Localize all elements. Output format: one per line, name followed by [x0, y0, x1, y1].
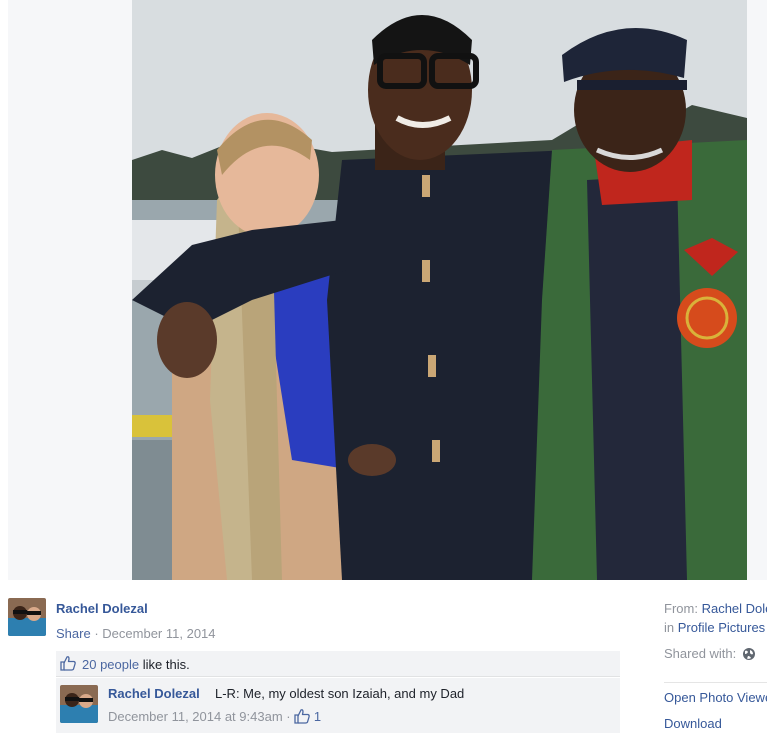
- meta-separator: ·: [94, 626, 99, 641]
- in-label: in: [664, 620, 675, 635]
- open-photo-viewer-label[interactable]: Open Photo Viewer: [664, 690, 767, 705]
- post-footer: Rachel Dolezal Share · December 11, 2014…: [0, 580, 767, 733]
- share-link[interactable]: Share: [56, 626, 91, 641]
- from-label: From:: [664, 601, 698, 616]
- thumbs-up-icon[interactable]: [60, 655, 76, 676]
- globe-icon[interactable]: [742, 647, 756, 664]
- comment-meta-separator: ·: [286, 709, 291, 724]
- comment-timestamp[interactable]: December 11, 2014 at 9:43am: [108, 709, 283, 724]
- shared-with-label: Shared with:: [664, 646, 737, 661]
- photo-viewer-page: Rachel Dolezal Share · December 11, 2014…: [0, 0, 767, 733]
- post-author-name[interactable]: Rachel Dolezal: [56, 601, 148, 616]
- photo-stage: [8, 0, 767, 580]
- shared-with-row: Shared with:: [664, 646, 756, 664]
- likes-count-link[interactable]: 20 people: [82, 657, 139, 672]
- comment-like-count[interactable]: 1: [314, 709, 321, 724]
- comment-like-icon[interactable]: [294, 708, 311, 727]
- download-link[interactable]: Download: [664, 716, 722, 731]
- likes-suffix: like this.: [142, 657, 190, 672]
- comment-avatar[interactable]: [60, 685, 98, 723]
- photo-info-sidebar: From: Rachel Dolezal in Profile Pictures…: [664, 580, 767, 733]
- comment-meta: December 11, 2014 at 9:43am · 1: [108, 708, 321, 727]
- comment-author-name[interactable]: Rachel Dolezal: [108, 686, 200, 701]
- sidebar-divider: [664, 682, 767, 683]
- download-label[interactable]: Download: [664, 716, 722, 731]
- open-photo-viewer-link[interactable]: Open Photo Viewer: [664, 690, 767, 705]
- from-author-link[interactable]: Rachel Dolezal: [702, 601, 767, 616]
- likes-summary: 20 people like this.: [56, 651, 620, 677]
- comment-body: L-R: Me, my oldest son Izaiah, and my Da…: [215, 686, 465, 701]
- main-photo[interactable]: [132, 0, 747, 580]
- post-date[interactable]: December 11, 2014: [102, 626, 215, 641]
- comment-item: Rachel Dolezal L-R: Me, my oldest son Iz…: [56, 678, 620, 733]
- album-link[interactable]: Profile Pictures: [678, 620, 765, 635]
- from-row: From: Rachel Dolezal: [664, 601, 767, 616]
- post-meta: Share · December 11, 2014: [56, 626, 216, 641]
- likes-text: 20 people like this.: [82, 657, 190, 672]
- album-row: in Profile Pictures: [664, 620, 765, 635]
- author-avatar[interactable]: [8, 598, 46, 636]
